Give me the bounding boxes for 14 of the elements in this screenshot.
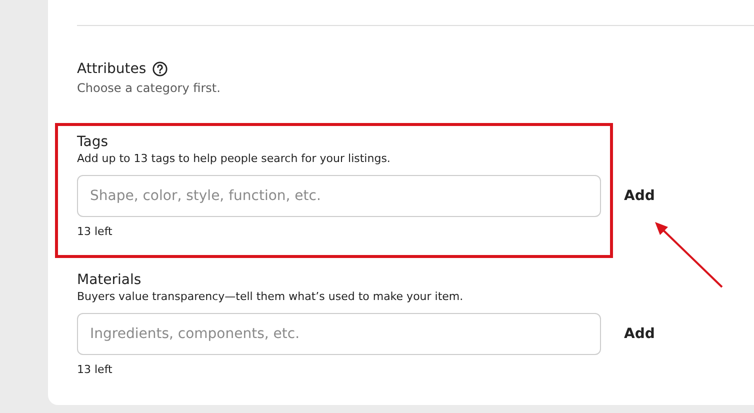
attributes-heading: Attributes [77, 60, 146, 78]
field-label: Materials [77, 271, 142, 289]
field-description: Add up to 13 tags to help people search for your listings. [77, 151, 392, 167]
hint-text: Choose a category first. [77, 80, 222, 96]
remaining-count: 13 left [77, 362, 114, 378]
field-description: Buyers value transparency—tell them what’s used to make your item. [77, 289, 464, 305]
add-button[interactable]: Add [624, 326, 655, 342]
add-button[interactable]: Add [624, 188, 655, 204]
help-icon[interactable] [152, 61, 168, 77]
input-field[interactable]: Ingredients, components, etc. [77, 313, 601, 355]
arrow-annotation [655, 222, 723, 288]
remaining-count: 13 left [77, 224, 114, 240]
input-field[interactable]: Shape, color, style, function, etc. [77, 175, 601, 217]
field-label: Tags [77, 133, 109, 151]
